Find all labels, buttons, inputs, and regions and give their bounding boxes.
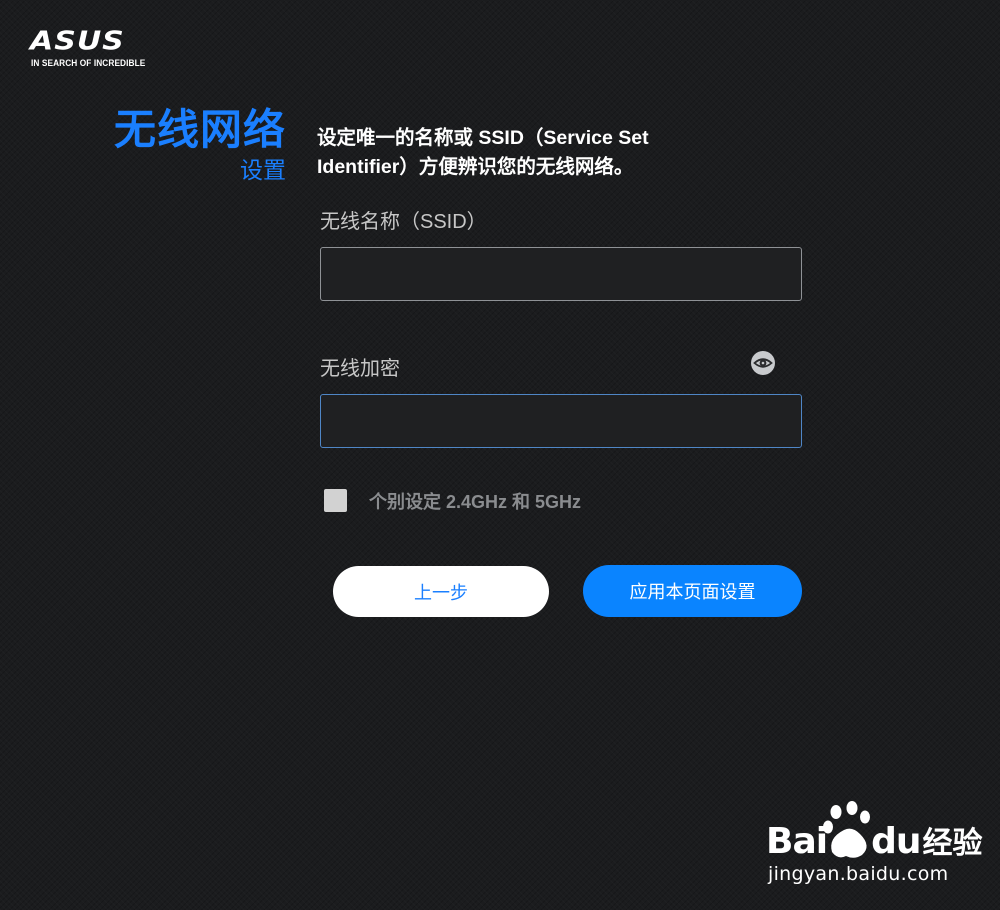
ssid-input[interactable]	[320, 247, 802, 301]
ssid-description: 设定唯一的名称或 SSID（Service Set Identifier）方便辨…	[317, 127, 649, 178]
eye-icon[interactable]	[751, 351, 775, 375]
watermark-suffix: 经验	[922, 826, 983, 861]
watermark-brand-left: Bai	[766, 821, 828, 862]
logo-wordmark: ASUS	[30, 26, 125, 57]
ssid-label: 无线名称（SSID）	[320, 211, 487, 233]
watermark-brand-right: du	[871, 821, 921, 862]
back-button[interactable]: 上一步	[333, 566, 549, 617]
watermark-domain: jingyan.baidu.com	[768, 863, 949, 885]
logo-tagline: IN SEARCH OF INCREDIBLE	[31, 58, 146, 68]
separate-bands-label: 个别设定 2.4GHz 和 5GHz	[369, 492, 582, 512]
separate-bands-checkbox[interactable]	[324, 489, 347, 512]
page-subtitle: 设置	[240, 157, 286, 183]
asus-logo: ASUS IN SEARCH OF INCREDIBLE	[30, 26, 150, 72]
baidu-paw-icon	[823, 801, 870, 858]
baidu-watermark: Bai du经验 jingyan.baidu.com	[766, 800, 982, 890]
wireless-key-label: 无线加密	[320, 358, 400, 380]
watermark-brand: Bai du经验	[766, 818, 982, 862]
wireless-key-input[interactable]	[320, 394, 802, 448]
apply-button[interactable]: 应用本页面设置	[583, 565, 802, 617]
section-title: 无线网络 设置	[114, 104, 286, 184]
page-title: 无线网络	[113, 106, 286, 153]
